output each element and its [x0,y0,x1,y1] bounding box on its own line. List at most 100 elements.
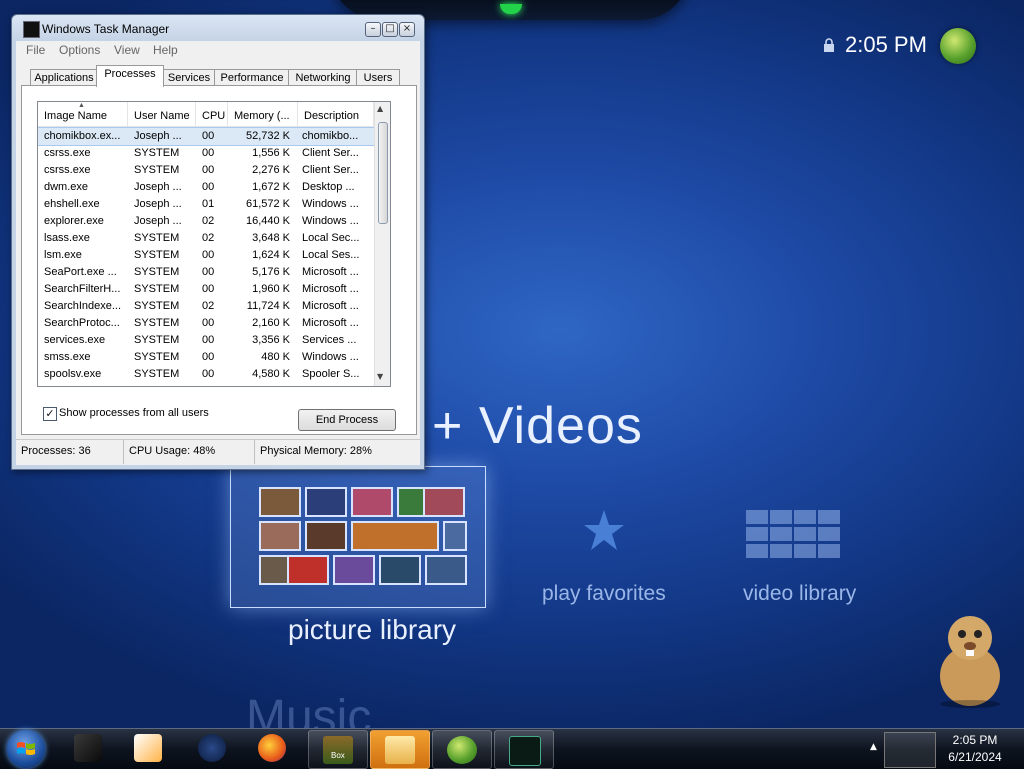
table-row[interactable]: spoolsv.exe SYSTEM 00 4,580 K Spooler S... [38,366,374,383]
cell-description: Spooler S... [302,368,360,380]
column-memory[interactable]: Memory (... [228,102,298,126]
taskbar-chomikbox[interactable]: Box [308,730,368,769]
taskbar-explorer[interactable] [370,730,430,769]
cell-description: Services ... [302,334,357,346]
maximize-button[interactable]: □ [382,22,398,37]
cell-cpu: 00 [202,317,215,329]
tab-applications[interactable]: Applications [30,69,98,86]
cell-image-name: SearchProtoc... [44,317,120,329]
tab-processes[interactable]: Processes [96,65,164,87]
status-processes: Processes: 36 [16,440,124,464]
cell-user-name: SYSTEM [134,368,180,380]
cell-image-name: services.exe [44,334,106,346]
menu-options[interactable]: Options [59,43,100,57]
cell-cpu: 00 [202,351,215,363]
taskbar-media-center[interactable] [432,730,492,769]
table-row[interactable]: chomikbox.ex... Joseph ... 00 52,732 K chomi… [38,127,375,146]
cell-description: Microsoft ... [302,283,359,295]
taskbar-clock-date[interactable]: 6/21/2024 [936,750,1014,764]
table-row[interactable]: services.exe SYSTEM 00 3,356 K Services ... [38,332,374,349]
play-favorites-label[interactable]: play favorites [542,582,666,606]
windows-flag-icon [17,742,35,755]
folder-icon [385,736,415,764]
chomikbox-icon: Box [323,736,353,764]
cell-user-name: SYSTEM [134,266,180,278]
tab-performance[interactable]: Performance [214,69,290,86]
list-header: ▲ Image Name User Name CPU Memory (... D… [38,102,374,127]
photo-thumbnail [287,555,329,585]
cell-cpu: 00 [202,368,215,380]
cell-image-name: SearchIndexe... [44,300,122,312]
cell-cpu: 00 [202,130,215,142]
tab-users[interactable]: Users [356,69,400,86]
column-image-name[interactable]: ▲ Image Name [38,102,128,126]
tab-networking[interactable]: Networking [288,69,358,86]
scrollbar-thumb[interactable] [378,122,388,224]
tray-network-icon[interactable] [884,732,936,768]
table-row[interactable]: dwm.exe Joseph ... 00 1,672 K Desktop ... [38,179,374,196]
cell-description: Windows ... [302,215,359,227]
photo-thumbnail [443,521,467,551]
start-button[interactable] [7,730,45,768]
cell-description: Client Ser... [302,147,359,159]
table-row[interactable]: SearchProtoc... SYSTEM 00 2,160 K Microsoft … [38,315,374,332]
taskbar-task-manager[interactable] [494,730,554,769]
end-process-button[interactable]: End Process [298,409,396,431]
table-row[interactable]: ehshell.exe Joseph ... 01 61,572 K Windows .… [38,196,374,213]
table-row[interactable]: smss.exe SYSTEM 00 480 K Windows ... [38,349,374,366]
task-manager-window[interactable]: Windows Task Manager – □ × File Options … [11,14,425,470]
taskbar-clock-time[interactable]: 2:05 PM [936,733,1014,747]
table-row[interactable]: SearchFilterH... SYSTEM 00 1,960 K Microsoft… [38,281,374,298]
media-player-icon[interactable] [134,734,162,762]
media-center-icon[interactable] [198,734,226,762]
menu-file[interactable]: File [26,43,45,57]
picture-library-tile[interactable] [230,466,486,608]
cell-user-name: Joseph ... [134,130,182,142]
table-row[interactable]: lsm.exe SYSTEM 00 1,624 K Local Ses... [38,247,374,264]
table-row[interactable]: csrss.exe SYSTEM 00 1,556 K Client Ser... [38,145,374,162]
cell-memory: 1,556 K [252,147,290,159]
show-desktop-icon[interactable] [74,734,102,762]
table-row[interactable]: SeaPort.exe ... SYSTEM 00 5,176 K Microsoft … [38,264,374,281]
cell-image-name: smss.exe [44,351,91,363]
column-cpu[interactable]: CPU [196,102,228,126]
cell-cpu: 01 [202,198,215,210]
cell-cpu: 02 [202,232,215,244]
tab-services[interactable]: Services [162,69,216,86]
task-manager-icon [23,21,40,38]
close-button[interactable]: × [399,22,415,37]
picture-library-label[interactable]: picture library [288,614,456,646]
cell-memory: 1,960 K [252,283,290,295]
column-description[interactable]: Description [298,102,374,126]
show-hidden-icons-arrow-icon[interactable]: ▲ [870,742,877,752]
table-row[interactable]: explorer.exe Joseph ... 02 16,440 K Windows … [38,213,374,230]
firefox-icon[interactable] [258,734,286,762]
vertical-scrollbar[interactable]: ▲ ▼ [374,102,390,386]
menu-help[interactable]: Help [153,43,178,57]
process-list[interactable]: ▲ Image Name User Name CPU Memory (... D… [37,101,391,387]
cell-description: Local Ses... [302,249,360,261]
media-center-clock: 2:05 PM [845,32,927,57]
video-library-label[interactable]: video library [743,582,856,606]
cell-description: Client Ser... [302,164,359,176]
show-all-processes-label[interactable]: Show processes from all users [59,407,209,419]
chomikbox-icon-label: Box [331,751,345,760]
show-all-processes-checkbox[interactable]: ✓ [43,407,57,421]
table-row[interactable]: lsass.exe SYSTEM 02 3,648 K Local Sec... [38,230,374,247]
cell-image-name: SeaPort.exe ... [44,266,117,278]
column-user-name[interactable]: User Name [128,102,196,126]
scroll-up-icon[interactable]: ▲ [377,104,383,113]
cell-memory: 2,160 K [252,317,290,329]
scroll-down-icon[interactable]: ▼ [377,372,383,381]
cell-memory: 2,276 K [252,164,290,176]
photo-thumbnail [333,555,375,585]
table-row[interactable]: SearchIndexe... SYSTEM 02 11,724 K Microsoft… [38,298,374,315]
star-icon[interactable] [582,508,626,552]
video-grid-icon[interactable] [746,510,854,560]
photo-thumbnail [425,555,467,585]
title-bar[interactable]: Windows Task Manager – □ × [12,15,424,41]
windows-logo-icon[interactable] [940,28,976,64]
minimize-button[interactable]: – [365,22,381,37]
table-row[interactable]: csrss.exe SYSTEM 00 2,276 K Client Ser... [38,162,374,179]
menu-view[interactable]: View [114,43,140,57]
